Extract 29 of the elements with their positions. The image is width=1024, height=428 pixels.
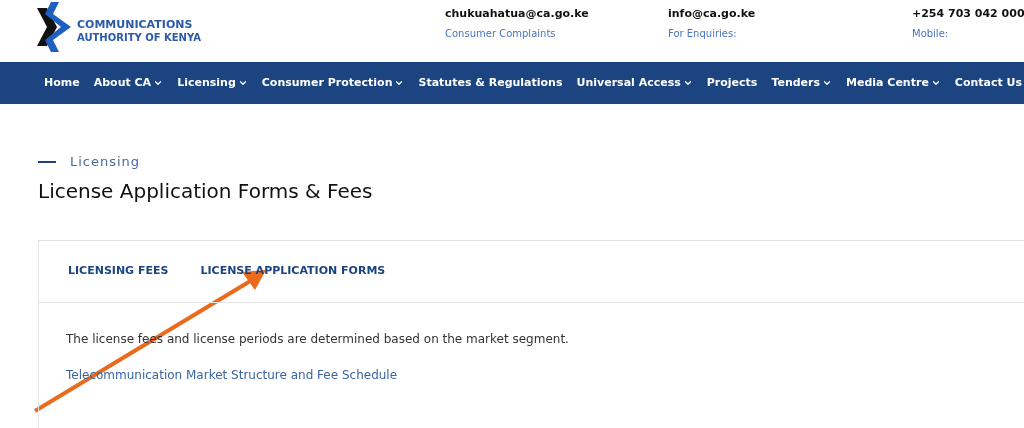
- nav-link[interactable]: Home: [44, 74, 80, 92]
- nav-link[interactable]: About CA: [93, 74, 164, 92]
- tab[interactable]: LICENSING FEES: [68, 262, 169, 280]
- contact-value: chukuahatua@ca.go.ke: [445, 6, 590, 22]
- nav-link[interactable]: Licensing: [177, 74, 248, 92]
- nav-link[interactable]: Media Centre: [846, 74, 941, 92]
- chevron-icon: [237, 78, 248, 88]
- contact-value: info@ca.go.ke: [668, 6, 757, 22]
- nav-link[interactable]: Contact Us: [954, 74, 1023, 92]
- section-label: Licensing: [70, 153, 141, 171]
- chevron-icon: [682, 78, 693, 88]
- nav-link[interactable]: Projects: [706, 74, 758, 92]
- contact-label: For Enquiries:: [668, 26, 738, 41]
- contact-value: +254 703 042 000: [912, 6, 1024, 22]
- nav-link[interactable]: Statutes & Regulations: [418, 74, 563, 92]
- chevron-icon: [153, 78, 164, 88]
- nav-link[interactable]: Consumer Protection: [261, 74, 405, 92]
- nav-link[interactable]: Universal Access: [576, 74, 693, 92]
- logo-text: AUTHORITY OF KENYA: [77, 31, 201, 44]
- page-title: License Application Forms & Fees: [38, 177, 374, 205]
- contact-label: Mobile:: [912, 26, 950, 41]
- nav-link[interactable]: Tenders: [771, 74, 833, 92]
- tab[interactable]: LICENSE APPLICATION FORMS: [200, 262, 386, 280]
- contact-label: Consumer Complaints: [445, 26, 557, 41]
- logo-icon: [37, 2, 71, 52]
- chevron-icon: [822, 78, 833, 88]
- chevron-icon: [394, 78, 405, 88]
- logo-text: COMMUNICATIONS: [77, 18, 194, 31]
- chevron-icon: [930, 78, 941, 88]
